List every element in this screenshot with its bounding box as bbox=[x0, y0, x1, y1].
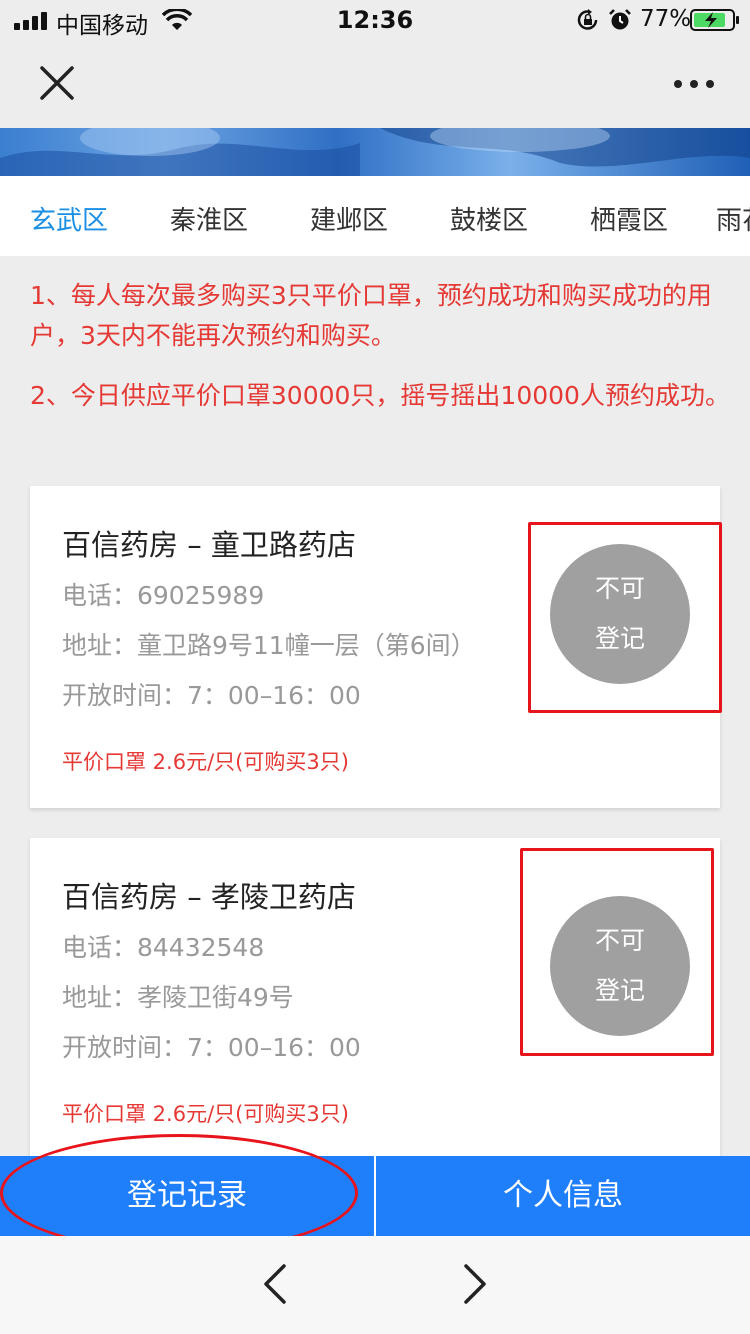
personal-info-button[interactable]: 个人信息 bbox=[376, 1156, 750, 1236]
banner-art bbox=[0, 128, 750, 176]
store-address: 地址：孝陵卫街49号 bbox=[62, 983, 294, 1012]
browser-toolbar bbox=[0, 1236, 750, 1334]
store-hours: 开放时间：7：00–16：00 bbox=[62, 1033, 361, 1062]
store-phone: 电话：84432548 bbox=[62, 933, 265, 962]
district-tabs: 玄武区 秦淮区 建邺区 鼓楼区 栖霞区 雨花 bbox=[0, 176, 750, 256]
nav-bar bbox=[0, 40, 750, 128]
tab-yuhua[interactable]: 雨花 bbox=[716, 200, 750, 237]
store-name: 百信药房 – 孝陵卫药店 bbox=[62, 880, 356, 914]
clock: 12:36 bbox=[336, 6, 414, 34]
battery-percent: 77% bbox=[640, 6, 692, 32]
highlight-box bbox=[528, 522, 722, 713]
tab-qixia[interactable]: 栖霞区 bbox=[590, 200, 668, 237]
store-price: 平价口罩 2.6元/只(可购买3只) bbox=[62, 750, 349, 774]
highlight-oval bbox=[0, 1134, 358, 1252]
store-address: 地址：童卫路9号11幢一层（第6间） bbox=[62, 631, 476, 660]
close-icon[interactable] bbox=[36, 62, 78, 104]
store-hours: 开放时间：7：00–16：00 bbox=[62, 681, 361, 710]
tab-gulou[interactable]: 鼓楼区 bbox=[450, 200, 528, 237]
store-name: 百信药房 – 童卫路药店 bbox=[62, 528, 356, 562]
tab-qinhuai[interactable]: 秦淮区 bbox=[170, 200, 248, 237]
orientation-lock-icon bbox=[577, 9, 598, 30]
status-bar: 中国移动 12:36 77% bbox=[0, 0, 750, 40]
battery-icon bbox=[690, 9, 739, 31]
more-icon[interactable] bbox=[672, 74, 716, 94]
tab-xuanwu[interactable]: 玄武区 bbox=[30, 200, 108, 237]
store-phone: 电话：69025989 bbox=[62, 581, 265, 610]
notice-2: 2、今日供应平价口罩30000只，摇号摇出10000人预约成功。 bbox=[30, 381, 730, 410]
store-price: 平价口罩 2.6元/只(可购买3只) bbox=[62, 1102, 349, 1126]
tab-jianye[interactable]: 建邺区 bbox=[310, 200, 388, 237]
highlight-box bbox=[520, 848, 714, 1056]
alarm-icon bbox=[609, 9, 631, 30]
banner-image bbox=[0, 128, 750, 176]
back-icon[interactable] bbox=[258, 1262, 292, 1306]
forward-icon[interactable] bbox=[458, 1262, 492, 1306]
notice-1: 1、每人每次最多购买3只平价口罩，预约成功和购买成功的用户，3天内不能再次预约和… bbox=[30, 281, 712, 350]
